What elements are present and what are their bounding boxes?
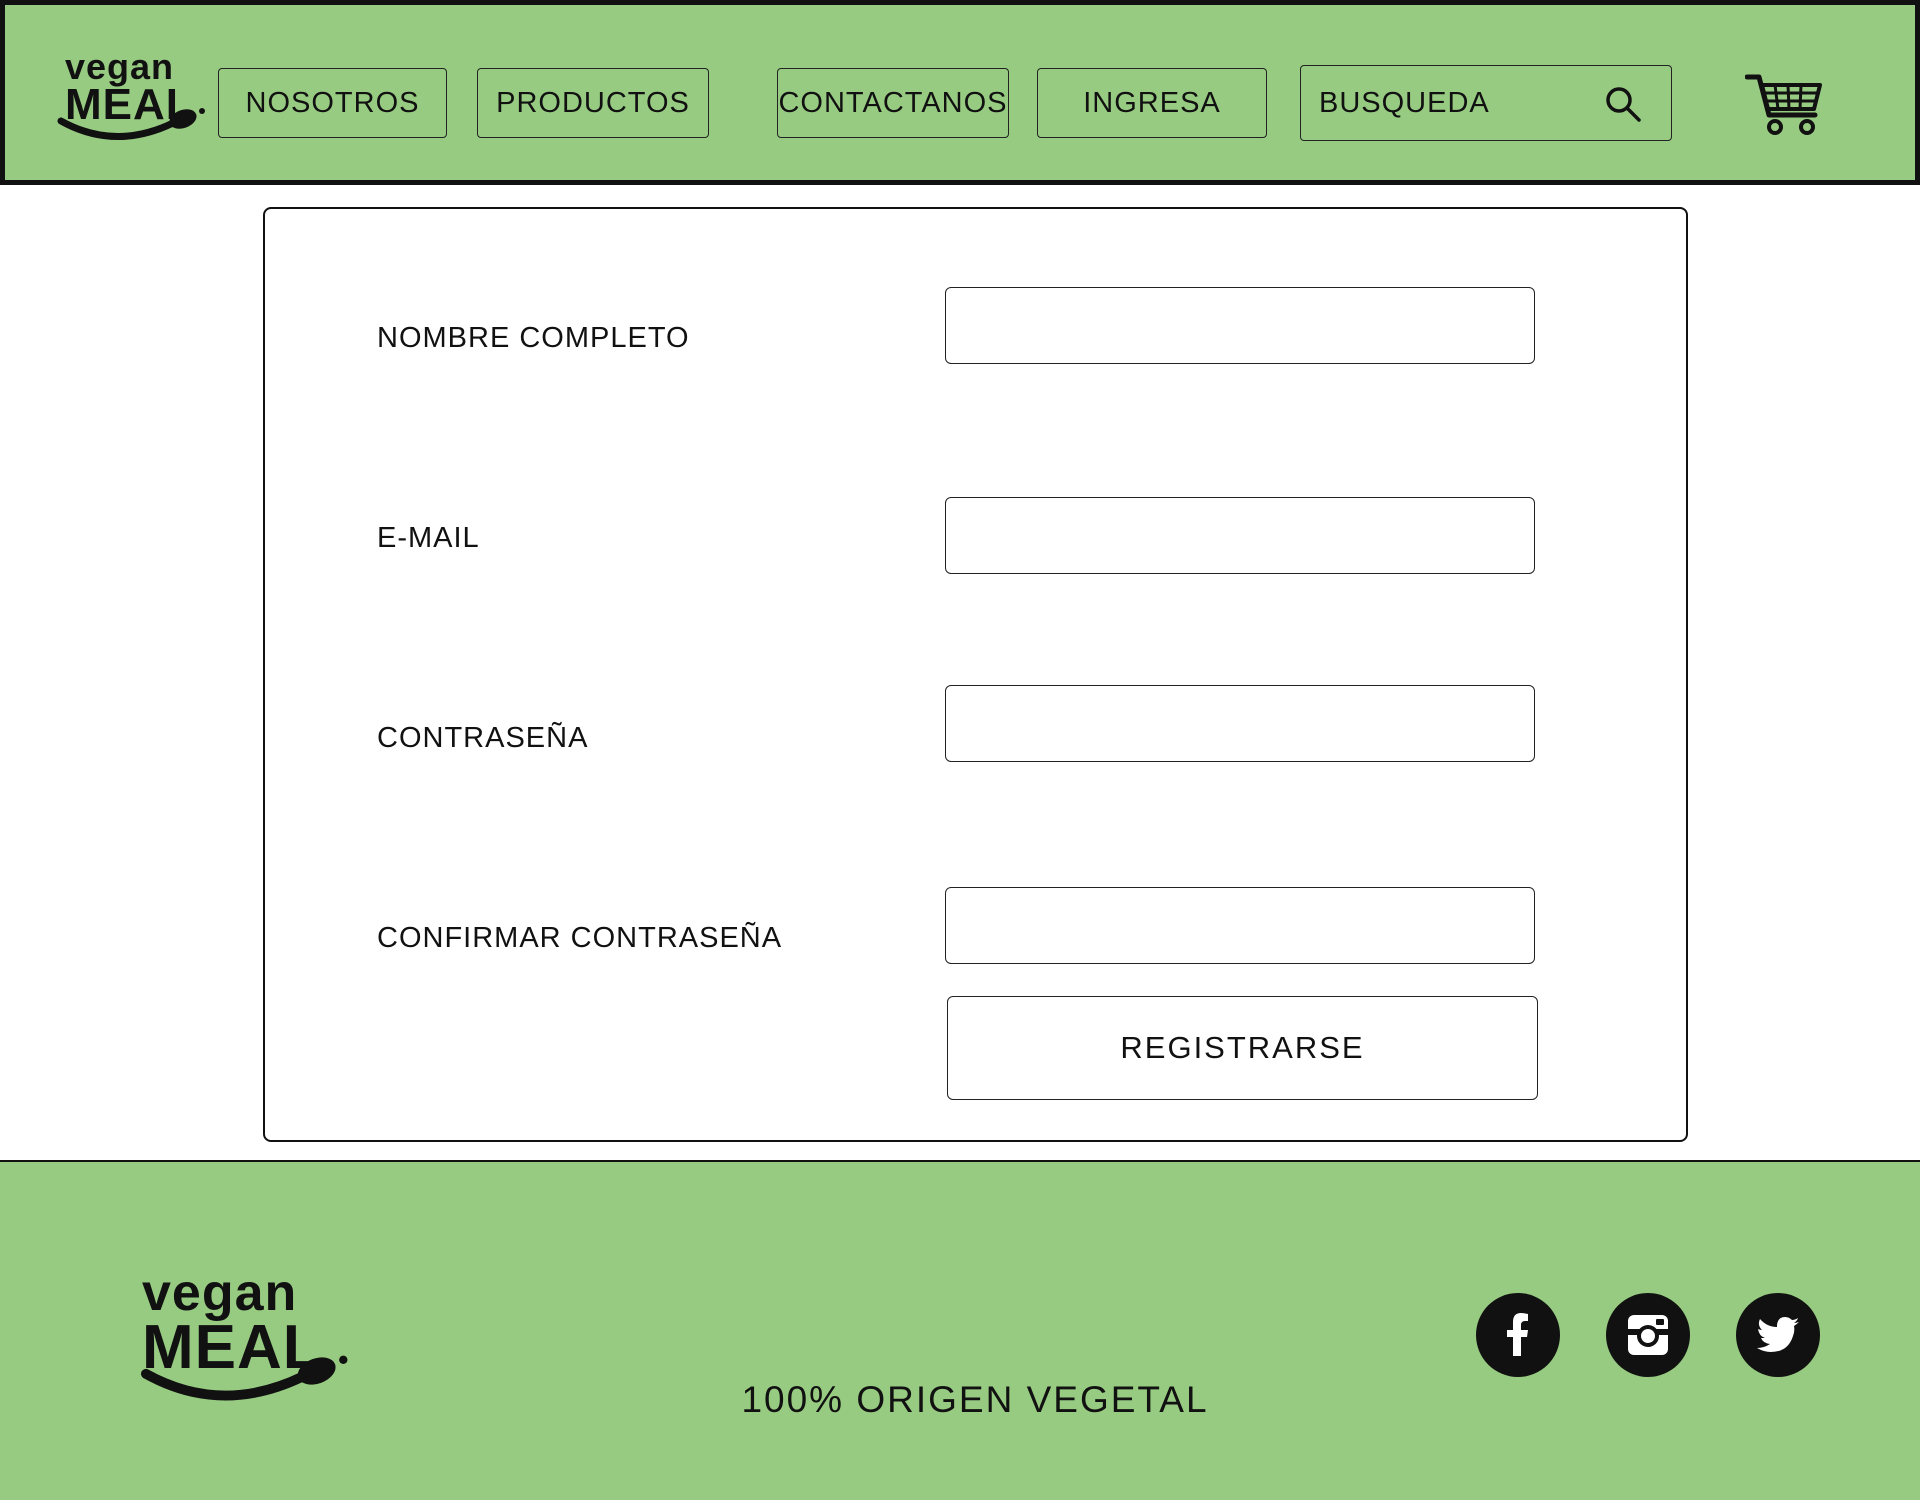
site-header: vegan MEAL NOSOTROS PRODUCTOS CONTACTANO… — [0, 0, 1920, 185]
full-name-label: NOMBRE COMPLETO — [377, 322, 690, 354]
logo-word-vegan: vegan — [142, 1264, 298, 1322]
nav-contactanos-button[interactable]: CONTACTANOS — [777, 68, 1009, 138]
search-box[interactable]: BUSQUEDA — [1300, 65, 1672, 141]
register-button[interactable]: REGISTRARSE — [947, 996, 1538, 1100]
search-text: BUSQUEDA — [1319, 86, 1490, 119]
header-logo[interactable]: vegan MEAL — [55, 49, 205, 154]
twitter-icon — [1757, 1317, 1799, 1352]
email-input[interactable] — [945, 497, 1535, 574]
confirm-password-label: CONFIRMAR CONTRASEÑA — [377, 922, 783, 954]
cart-icon[interactable] — [1745, 71, 1823, 137]
facebook-icon — [1507, 1313, 1528, 1356]
full-name-input[interactable] — [945, 287, 1535, 364]
logo-smile-spoon-icon — [57, 108, 205, 140]
confirm-password-input[interactable] — [945, 887, 1535, 964]
nav-nosotros-button[interactable]: NOSOTROS — [218, 68, 447, 138]
password-input[interactable] — [945, 685, 1535, 762]
password-label: CONTRASEÑA — [377, 722, 589, 754]
instagram-link[interactable] — [1606, 1293, 1690, 1377]
search-icon[interactable] — [1603, 84, 1643, 124]
nav-ingresa-button[interactable]: INGRESA — [1037, 68, 1267, 138]
footer-tagline: 100% ORIGEN VEGETAL — [741, 1379, 1209, 1420]
instagram-icon — [1628, 1315, 1668, 1355]
twitter-link[interactable] — [1736, 1293, 1820, 1377]
nav-productos-button[interactable]: PRODUCTOS — [477, 68, 709, 138]
email-label: E-MAIL — [377, 522, 480, 554]
site-footer: vegan MEAL 100% ORIGEN VEGETAL — [0, 1160, 1920, 1500]
facebook-link[interactable] — [1476, 1293, 1560, 1377]
